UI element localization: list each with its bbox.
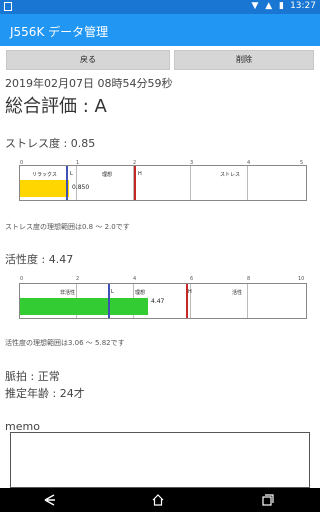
activity-ideal-high-marker [186, 284, 188, 318]
overall-rating-value: A [94, 96, 107, 117]
activity-scale-10: 10 [298, 276, 305, 282]
stress-bar [20, 180, 69, 197]
stress-bar-value: 0.850 [72, 184, 90, 191]
pulse-value: 正常 [37, 370, 60, 383]
status-bar: ▼ ▲ ▮ 13:27 [0, 0, 320, 14]
activity-zone-high: H [188, 289, 192, 295]
age-label: 推定年齢 : [5, 387, 60, 400]
back-nav-icon[interactable] [44, 494, 56, 506]
app-notification-icon [4, 2, 12, 11]
activity-zone-inactive: 非活性 [60, 290, 76, 296]
activity-zone-ideal: 理想 [135, 290, 146, 296]
stress-ideal-low-marker [66, 166, 68, 200]
stress-ideal-high-marker [134, 166, 136, 200]
activity-zone-active: 活性 [232, 290, 243, 296]
stress-gauge: リラックス L 理想 H ストレス 0.850 [19, 165, 307, 201]
activity-gauge: 非活性 L 理想 H 活性 4.47 [19, 283, 307, 319]
app-bar: J556K データ管理 [0, 14, 320, 46]
gauge-divider [247, 166, 248, 200]
age-row: 推定年齢 : 24才 [5, 385, 85, 401]
stress-level: ストレス度 : 0.85 [5, 135, 95, 151]
activity-scale-6: 6 [190, 276, 194, 282]
app-title: J556K データ管理 [10, 25, 109, 39]
memo-field[interactable] [10, 432, 310, 488]
navigation-bar [0, 488, 320, 512]
gauge-divider [76, 166, 77, 200]
activity-bar [20, 298, 148, 315]
activity-ideal-range-note: 活性度の理想範囲は3.06 ～ 5.82です [5, 339, 125, 347]
activity-label: 活性度 : [5, 253, 49, 266]
recents-nav-icon[interactable] [262, 494, 274, 506]
stress-zone-low: L [70, 171, 73, 177]
pulse-row: 脈拍 : 正常 [5, 368, 60, 384]
overall-rating: 総合評価 : A [5, 92, 107, 118]
overall-rating-label: 総合評価 : [5, 96, 95, 117]
delete-button[interactable]: 削除 [174, 50, 314, 70]
stress-value: 0.85 [70, 137, 96, 150]
activity-level: 活性度 : 4.47 [5, 251, 73, 267]
home-nav-icon[interactable] [152, 494, 164, 506]
gauge-divider [190, 166, 191, 200]
activity-scale-0: 0 [20, 276, 24, 282]
stress-zone-stress: ストレス [220, 172, 241, 178]
stress-zone-ideal: 理想 [102, 172, 113, 178]
back-button[interactable]: 戻る [6, 50, 170, 70]
status-clock: 13:27 [290, 1, 316, 11]
age-value: 24才 [59, 387, 85, 400]
stress-ideal-range-note: ストレス度の理想範囲は0.8 ～ 2.0です [5, 223, 130, 231]
gauge-divider [247, 284, 248, 318]
activity-ideal-low-marker [108, 284, 110, 318]
activity-zone-low: L [111, 289, 114, 295]
activity-scale-2: 2 [76, 276, 80, 282]
activity-scale-4: 4 [133, 276, 137, 282]
activity-scale-8: 8 [247, 276, 251, 282]
activity-bar-value: 4.47 [151, 298, 165, 305]
stress-label: ストレス度 : [5, 137, 71, 150]
stress-zone-high: H [138, 171, 142, 177]
stress-zone-relax: リラックス [32, 172, 57, 178]
system-icons: ▼ ▲ ▮ [251, 1, 286, 11]
record-datetime: 2019年02月07日 08時54分59秒 [5, 77, 173, 90]
activity-value: 4.47 [48, 253, 74, 266]
pulse-label: 脈拍 : [5, 370, 38, 383]
